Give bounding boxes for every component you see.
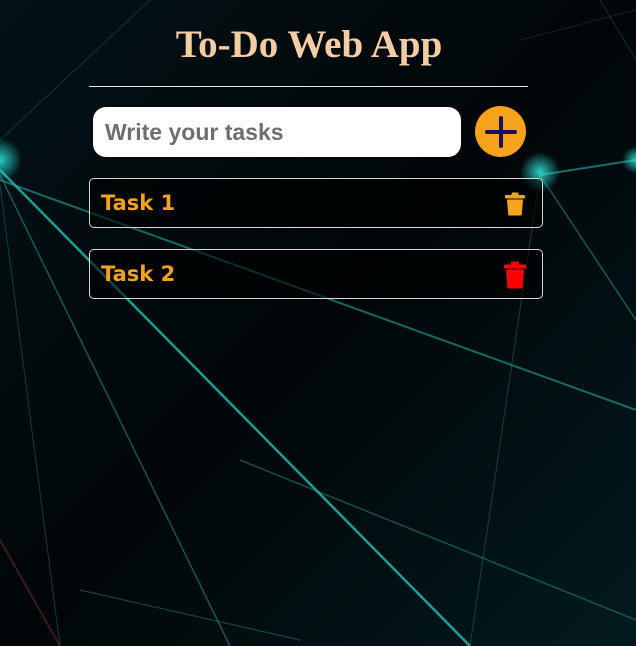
delete-task-button[interactable] — [502, 261, 528, 289]
trash-icon — [505, 192, 525, 216]
task-item: Task 1 — [89, 178, 543, 228]
delete-task-button[interactable] — [502, 190, 528, 218]
task-label: Task 1 — [101, 191, 176, 215]
task-input[interactable] — [93, 107, 461, 157]
title-divider — [89, 86, 528, 87]
trash-icon — [504, 261, 526, 289]
app-title: To-Do Web App — [175, 23, 443, 66]
background-network-image — [0, 0, 636, 646]
task-label: Task 2 — [101, 262, 176, 286]
add-task-button[interactable] — [475, 106, 526, 157]
add-task-row — [93, 106, 529, 158]
plus-icon — [484, 115, 517, 148]
task-item: Task 2 — [89, 249, 543, 299]
